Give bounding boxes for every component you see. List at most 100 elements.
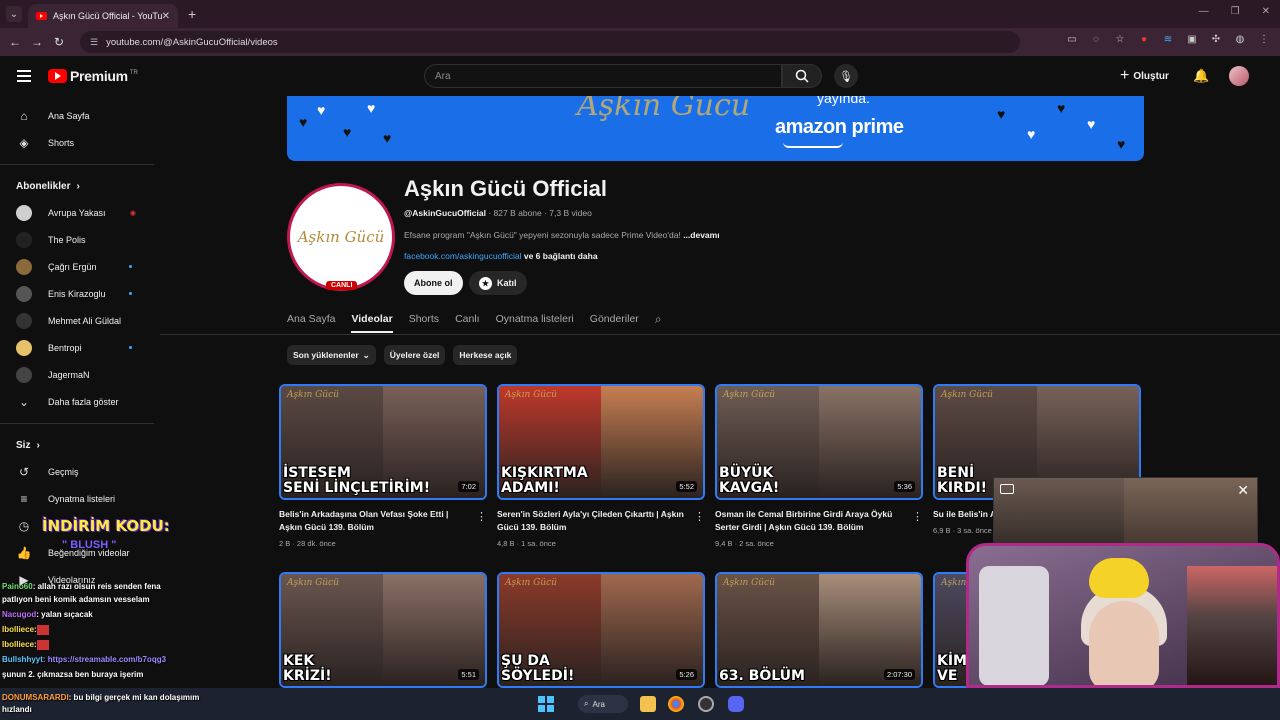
channel-tab[interactable]: Shorts bbox=[409, 313, 439, 325]
shorts-icon: ◈ bbox=[19, 135, 29, 150]
guide-menu-icon[interactable] bbox=[17, 70, 31, 85]
close-window-icon[interactable]: ✕ bbox=[1262, 6, 1270, 17]
voice-search-button[interactable]: 🎙 bbox=[834, 64, 858, 88]
menu-dots-icon[interactable]: ⋮ bbox=[1258, 34, 1270, 45]
youtube-premium-logo[interactable]: Premium TR bbox=[48, 68, 138, 84]
url-bar[interactable]: ☰ youtube.com/@AskinGucuOfficial/videos bbox=[80, 31, 1020, 53]
video-thumbnail[interactable]: Aşkın Gücü ŞU DA SÖYLEDİ! 5:26 bbox=[497, 572, 705, 688]
video-menu-icon[interactable]: ⋮ bbox=[912, 510, 923, 523]
video-thumbnail[interactable]: Aşkın Gücü İSTESEM SENİ LİNÇLETİRİM! 7:02 bbox=[279, 384, 487, 500]
video-title[interactable]: Osman ile Cemal Birbirine Girdi Araya Öy… bbox=[715, 508, 903, 534]
browser-tab[interactable]: Aşkın Gücü Official - YouTube ✕ bbox=[28, 4, 178, 28]
filter-chip[interactable]: Herkese açık bbox=[453, 345, 518, 365]
profile-icon[interactable]: ◍ bbox=[1234, 34, 1246, 45]
more-links[interactable]: ve 6 bağlantı daha bbox=[522, 251, 598, 261]
notifications-bell-icon[interactable]: 🔔 bbox=[1193, 68, 1209, 84]
video-card[interactable]: Aşkın Gücü BÜYÜK KAVGA! 5:36 Osman ile Cemal… bbox=[715, 384, 923, 548]
subscriptions-header[interactable]: Abonelikler › bbox=[0, 173, 154, 199]
video-card[interactable]: Aşkın Gücü 63. BÖLÜM 2:07:30 bbox=[715, 572, 923, 688]
filter-chip[interactable]: Üyelere özel bbox=[383, 345, 446, 365]
thumbnail-watermark: Aşkın Gücü bbox=[941, 390, 993, 400]
channel-description[interactable]: Efsane program "Aşkın Gücü" yepyeni sezo… bbox=[404, 230, 720, 240]
video-thumbnail[interactable]: Aşkın Gücü KIŞKIRTMA ADAMI! 5:52 bbox=[497, 384, 705, 500]
tab-close-icon[interactable]: ✕ bbox=[162, 11, 170, 22]
channel-tab[interactable]: Gönderiler bbox=[590, 313, 639, 325]
bookmark-star-icon[interactable]: ☆ bbox=[1114, 34, 1126, 45]
sidebar-item-shorts[interactable]: ◈ Shorts bbox=[0, 129, 154, 156]
maximize-icon[interactable]: ❐ bbox=[1231, 6, 1240, 17]
extension-wave-icon[interactable]: ≋ bbox=[1162, 34, 1174, 45]
expand-miniplayer-icon[interactable] bbox=[1000, 484, 1014, 494]
sidebar-item-home[interactable]: ⌂ Ana Sayfa bbox=[0, 102, 154, 129]
channel-search-icon[interactable]: ⌕ bbox=[655, 312, 662, 327]
site-info-icon[interactable]: ☰ bbox=[90, 37, 98, 48]
reload-icon[interactable]: ↻ bbox=[48, 35, 70, 49]
chat-message: Nacugod: yalan sıçacak bbox=[2, 608, 192, 621]
sidebar-subscription[interactable]: JagermaN bbox=[0, 361, 154, 388]
video-menu-icon[interactable]: ⋮ bbox=[476, 510, 487, 523]
video-thumbnail[interactable]: Aşkın Gücü BÜYÜK KAVGA! 5:36 bbox=[715, 384, 923, 500]
join-button[interactable]: ★ Katıl bbox=[469, 271, 527, 295]
sidebar-item-playlists[interactable]: ≡ Oynatma listeleri bbox=[0, 485, 154, 512]
windows-start-icon[interactable] bbox=[538, 696, 554, 712]
chrome-icon[interactable] bbox=[668, 696, 684, 712]
subscribe-button[interactable]: Abone ol bbox=[404, 271, 463, 295]
sidebar-subscription[interactable]: Mehmet Ali Güldal bbox=[0, 307, 154, 334]
sidebar-item-history[interactable]: ↺ Geçmiş bbox=[0, 458, 154, 485]
channel-tab[interactable]: Videolar bbox=[351, 313, 393, 333]
you-header[interactable]: Siz › bbox=[0, 432, 154, 458]
discord-icon[interactable] bbox=[728, 696, 744, 712]
thumbnail-caption: İSTESEM SENİ LİNÇLETİRİM! bbox=[283, 466, 430, 496]
sidebar-subscription[interactable]: Bentropi bbox=[0, 334, 154, 361]
chat-user: DONUMSARARDI bbox=[2, 693, 69, 702]
video-title[interactable]: Seren'in Sözleri Ayla'yı Çileden Çıkartt… bbox=[497, 508, 685, 534]
extension-box-icon[interactable]: ▣ bbox=[1186, 34, 1198, 45]
channel-tab[interactable]: Ana Sayfa bbox=[287, 313, 335, 325]
create-button[interactable]: + Oluştur bbox=[1120, 67, 1169, 85]
video-card[interactable]: Aşkın Gücü KEK KRİZİ! 5:51 bbox=[279, 572, 487, 688]
file-explorer-icon[interactable] bbox=[640, 696, 656, 712]
video-card[interactable]: Aşkın Gücü ŞU DA SÖYLEDİ! 5:26 bbox=[497, 572, 705, 688]
video-card[interactable]: Aşkın Gücü İSTESEM SENİ LİNÇLETİRİM! 7:02 Be… bbox=[279, 384, 487, 548]
banner-brand: Aşkın Gücü bbox=[577, 96, 751, 123]
channel-avatar[interactable]: Aşkın Gücü bbox=[287, 183, 395, 291]
search-input[interactable]: Ara bbox=[424, 64, 782, 88]
channel-link[interactable]: facebook.com/askingucuofficial bbox=[404, 251, 522, 261]
extensions-puzzle-icon[interactable]: ✣ bbox=[1210, 34, 1222, 45]
thumbnail-watermark: Aşkın Gücü bbox=[723, 390, 775, 400]
description-more[interactable]: ...devamı bbox=[683, 230, 719, 240]
sidebar-subscription[interactable]: Avrupa Yakası ◉ bbox=[0, 199, 154, 226]
channel-tab[interactable]: Oynatma listeleri bbox=[496, 313, 574, 325]
extension-red-icon[interactable]: ● bbox=[1138, 34, 1150, 45]
video-thumbnail[interactable]: Aşkın Gücü 63. BÖLÜM 2:07:30 bbox=[715, 572, 923, 688]
taskbar-search[interactable]: ⌕ Ara bbox=[578, 695, 628, 713]
cast-icon[interactable]: ▭ bbox=[1066, 34, 1078, 45]
thumbnail-caption: BÜYÜK KAVGA! bbox=[719, 466, 779, 496]
video-menu-icon[interactable]: ⋮ bbox=[694, 510, 705, 523]
sidebar-subscription[interactable]: The Polis bbox=[0, 226, 154, 253]
eye-off-icon[interactable]: ◌ bbox=[1090, 34, 1102, 45]
caption-line: KAVGA! bbox=[719, 480, 780, 496]
sidebar-show-more[interactable]: ⌄ Daha fazla göster bbox=[0, 388, 154, 415]
account-avatar[interactable] bbox=[1229, 66, 1249, 86]
plus-icon: + bbox=[1120, 67, 1130, 84]
video-card[interactable]: Aşkın Gücü KIŞKIRTMA ADAMI! 5:52 Seren'in Sö… bbox=[497, 384, 705, 548]
amazon-smile-icon bbox=[783, 142, 843, 148]
minimize-icon[interactable]: — bbox=[1199, 6, 1209, 17]
video-thumbnail[interactable]: Aşkın Gücü KEK KRİZİ! 5:51 bbox=[279, 572, 487, 688]
back-icon[interactable]: ← bbox=[4, 35, 26, 49]
promo-code-value: " BLUSH " bbox=[62, 539, 117, 551]
channel-tab[interactable]: Canlı bbox=[455, 313, 480, 325]
video-title[interactable]: Belis'in Arkadaşına Olan Vefası Şoke Ett… bbox=[279, 508, 467, 534]
divider bbox=[0, 164, 154, 165]
sidebar-subscription[interactable]: Enis Kirazoglu bbox=[0, 280, 154, 307]
sidebar-subscription[interactable]: Çağrı Ergün bbox=[0, 253, 154, 280]
filter-chip[interactable]: Son yüklenenler ⌄ bbox=[287, 345, 376, 365]
forward-icon[interactable]: → bbox=[26, 35, 48, 49]
new-tab-icon[interactable]: + bbox=[188, 6, 196, 22]
app-icon[interactable] bbox=[698, 696, 714, 712]
tab-search-icon[interactable]: ⌄ bbox=[6, 6, 22, 22]
star-icon: ★ bbox=[479, 276, 492, 290]
search-button[interactable] bbox=[782, 64, 822, 88]
close-miniplayer-icon[interactable]: ✕ bbox=[1237, 482, 1249, 499]
